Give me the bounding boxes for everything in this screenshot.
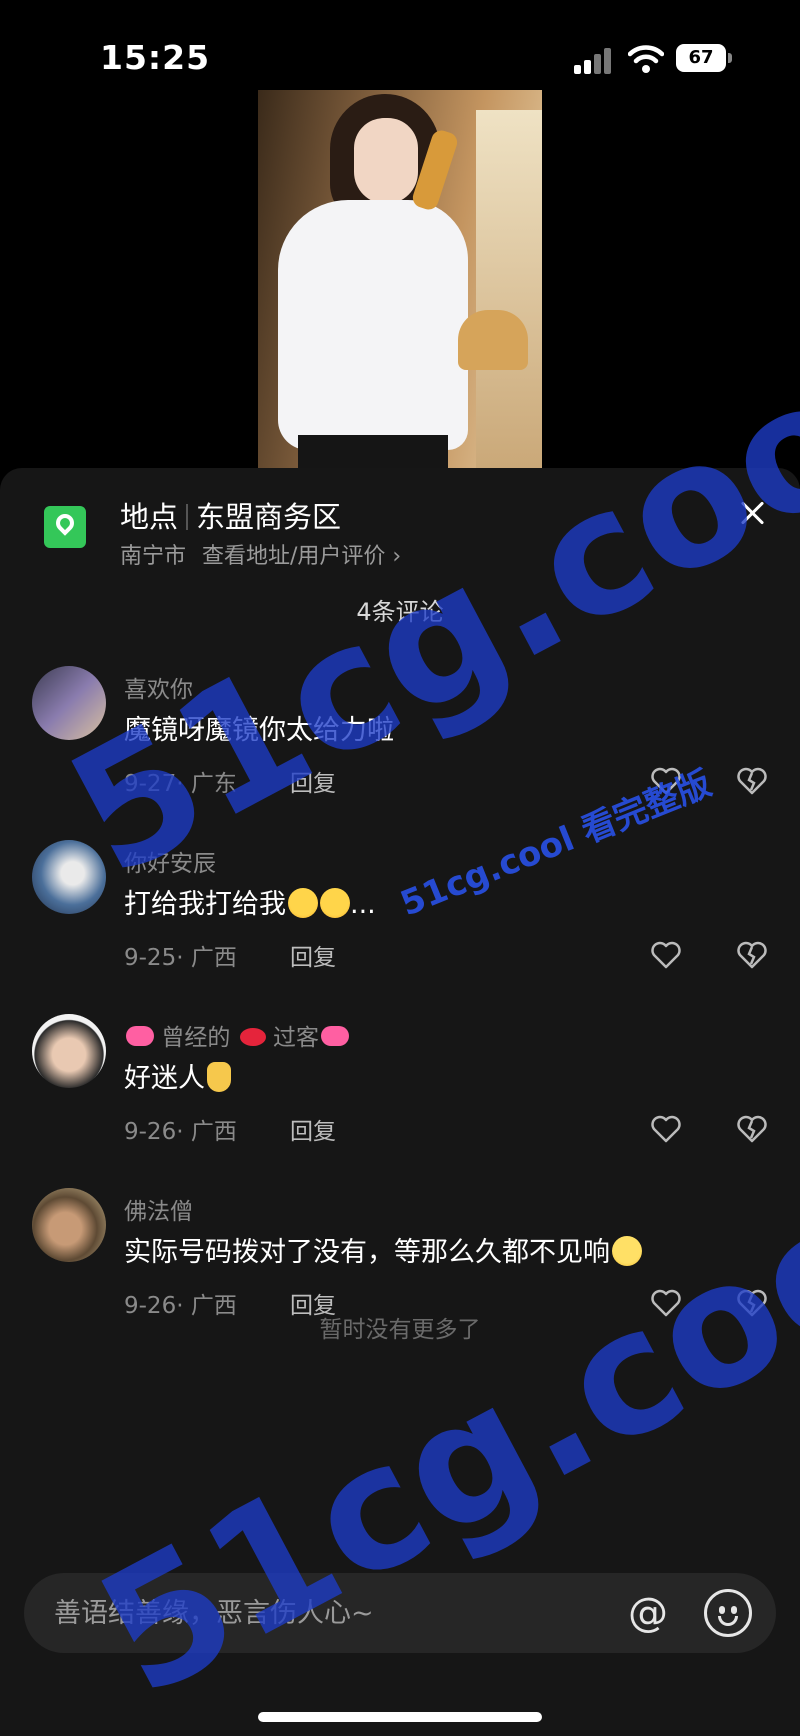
grin-emoji-icon: [612, 1236, 642, 1266]
comment-item: 曾经的 过客 好迷人 9-26· 广西 回复: [0, 1014, 800, 1174]
wifi-icon: [628, 45, 664, 73]
battery-level: 67: [676, 44, 726, 72]
comment-item: 喜欢你 魔镜呀魔镜你太给力啦 9-27· 广东 回复: [0, 666, 800, 826]
finger-heart-emoji-icon: [207, 1062, 231, 1092]
broken-heart-icon[interactable]: [736, 766, 768, 796]
heart-icon[interactable]: [650, 940, 682, 970]
comment-meta: 9-26· 广西: [124, 1119, 237, 1145]
comment-username[interactable]: 喜欢你: [124, 670, 193, 704]
video-thumbnail[interactable]: [258, 90, 542, 470]
avatar[interactable]: [32, 666, 106, 740]
comment-input-bar: @: [24, 1573, 776, 1653]
close-icon[interactable]: [734, 496, 770, 532]
comment-text: 实际号码拨对了没有，等那么久都不见响: [124, 1230, 642, 1269]
hearts-emoji-icon: [320, 1026, 349, 1046]
comment-username[interactable]: 佛法僧: [124, 1192, 193, 1226]
signal-icon: [574, 48, 614, 74]
kiss-emoji-icon: [239, 1028, 266, 1046]
location-city: 南宁市: [120, 544, 187, 569]
no-more-text: 暂时没有更多了: [319, 1317, 481, 1343]
heart-icon[interactable]: [650, 1114, 682, 1144]
reply-button[interactable]: 回复: [290, 764, 336, 798]
status-time: 15:25: [100, 38, 211, 77]
reply-button[interactable]: 回复: [290, 938, 336, 972]
home-indicator[interactable]: [258, 1712, 542, 1722]
comment-text: 魔镜呀魔镜你太给力啦: [124, 715, 394, 746]
avatar[interactable]: [32, 1014, 106, 1088]
location-title[interactable]: 地点 东盟商务区: [120, 494, 341, 536]
avatar[interactable]: [32, 840, 106, 914]
location-subtitle[interactable]: 南宁市 查看地址/用户评价 ›: [120, 538, 401, 570]
hearts-emoji-icon: [126, 1026, 154, 1046]
heart-icon[interactable]: [650, 766, 682, 796]
broken-heart-icon[interactable]: [736, 1114, 768, 1144]
comments-sheet: 地点 东盟商务区 南宁市 查看地址/用户评价 › 4条评论 喜欢你 魔镜呀魔镜你太给…: [0, 468, 800, 1736]
laugh-emoji-icon: [288, 888, 318, 918]
location-name: 东盟商务区: [196, 500, 342, 534]
at-icon[interactable]: @: [624, 1589, 672, 1637]
battery-icon: 67: [676, 44, 732, 72]
comment-item: 你好安辰 打给我打给我... 9-25· 广西 回复: [0, 840, 800, 1000]
comment-text: 好迷人: [124, 1056, 231, 1095]
emoji-icon[interactable]: [704, 1589, 752, 1637]
comment-meta: 9-25· 广西: [124, 945, 237, 971]
avatar[interactable]: [32, 1188, 106, 1262]
location-label: 地点: [120, 500, 179, 534]
comment-text: 打给我打给我...: [124, 888, 376, 920]
location-pin-icon[interactable]: [44, 506, 86, 548]
comment-username[interactable]: 你好安辰: [124, 844, 216, 878]
laugh-emoji-icon: [320, 888, 350, 918]
comment-username[interactable]: 曾经的 过客: [124, 1018, 349, 1052]
reply-button[interactable]: 回复: [290, 1112, 336, 1146]
location-link[interactable]: 查看地址/用户评价 ›: [202, 544, 401, 569]
comment-meta: 9-27· 广东: [124, 771, 237, 797]
broken-heart-icon[interactable]: [736, 940, 768, 970]
comment-input[interactable]: [54, 1573, 614, 1653]
comment-count: 4条评论: [356, 598, 444, 626]
